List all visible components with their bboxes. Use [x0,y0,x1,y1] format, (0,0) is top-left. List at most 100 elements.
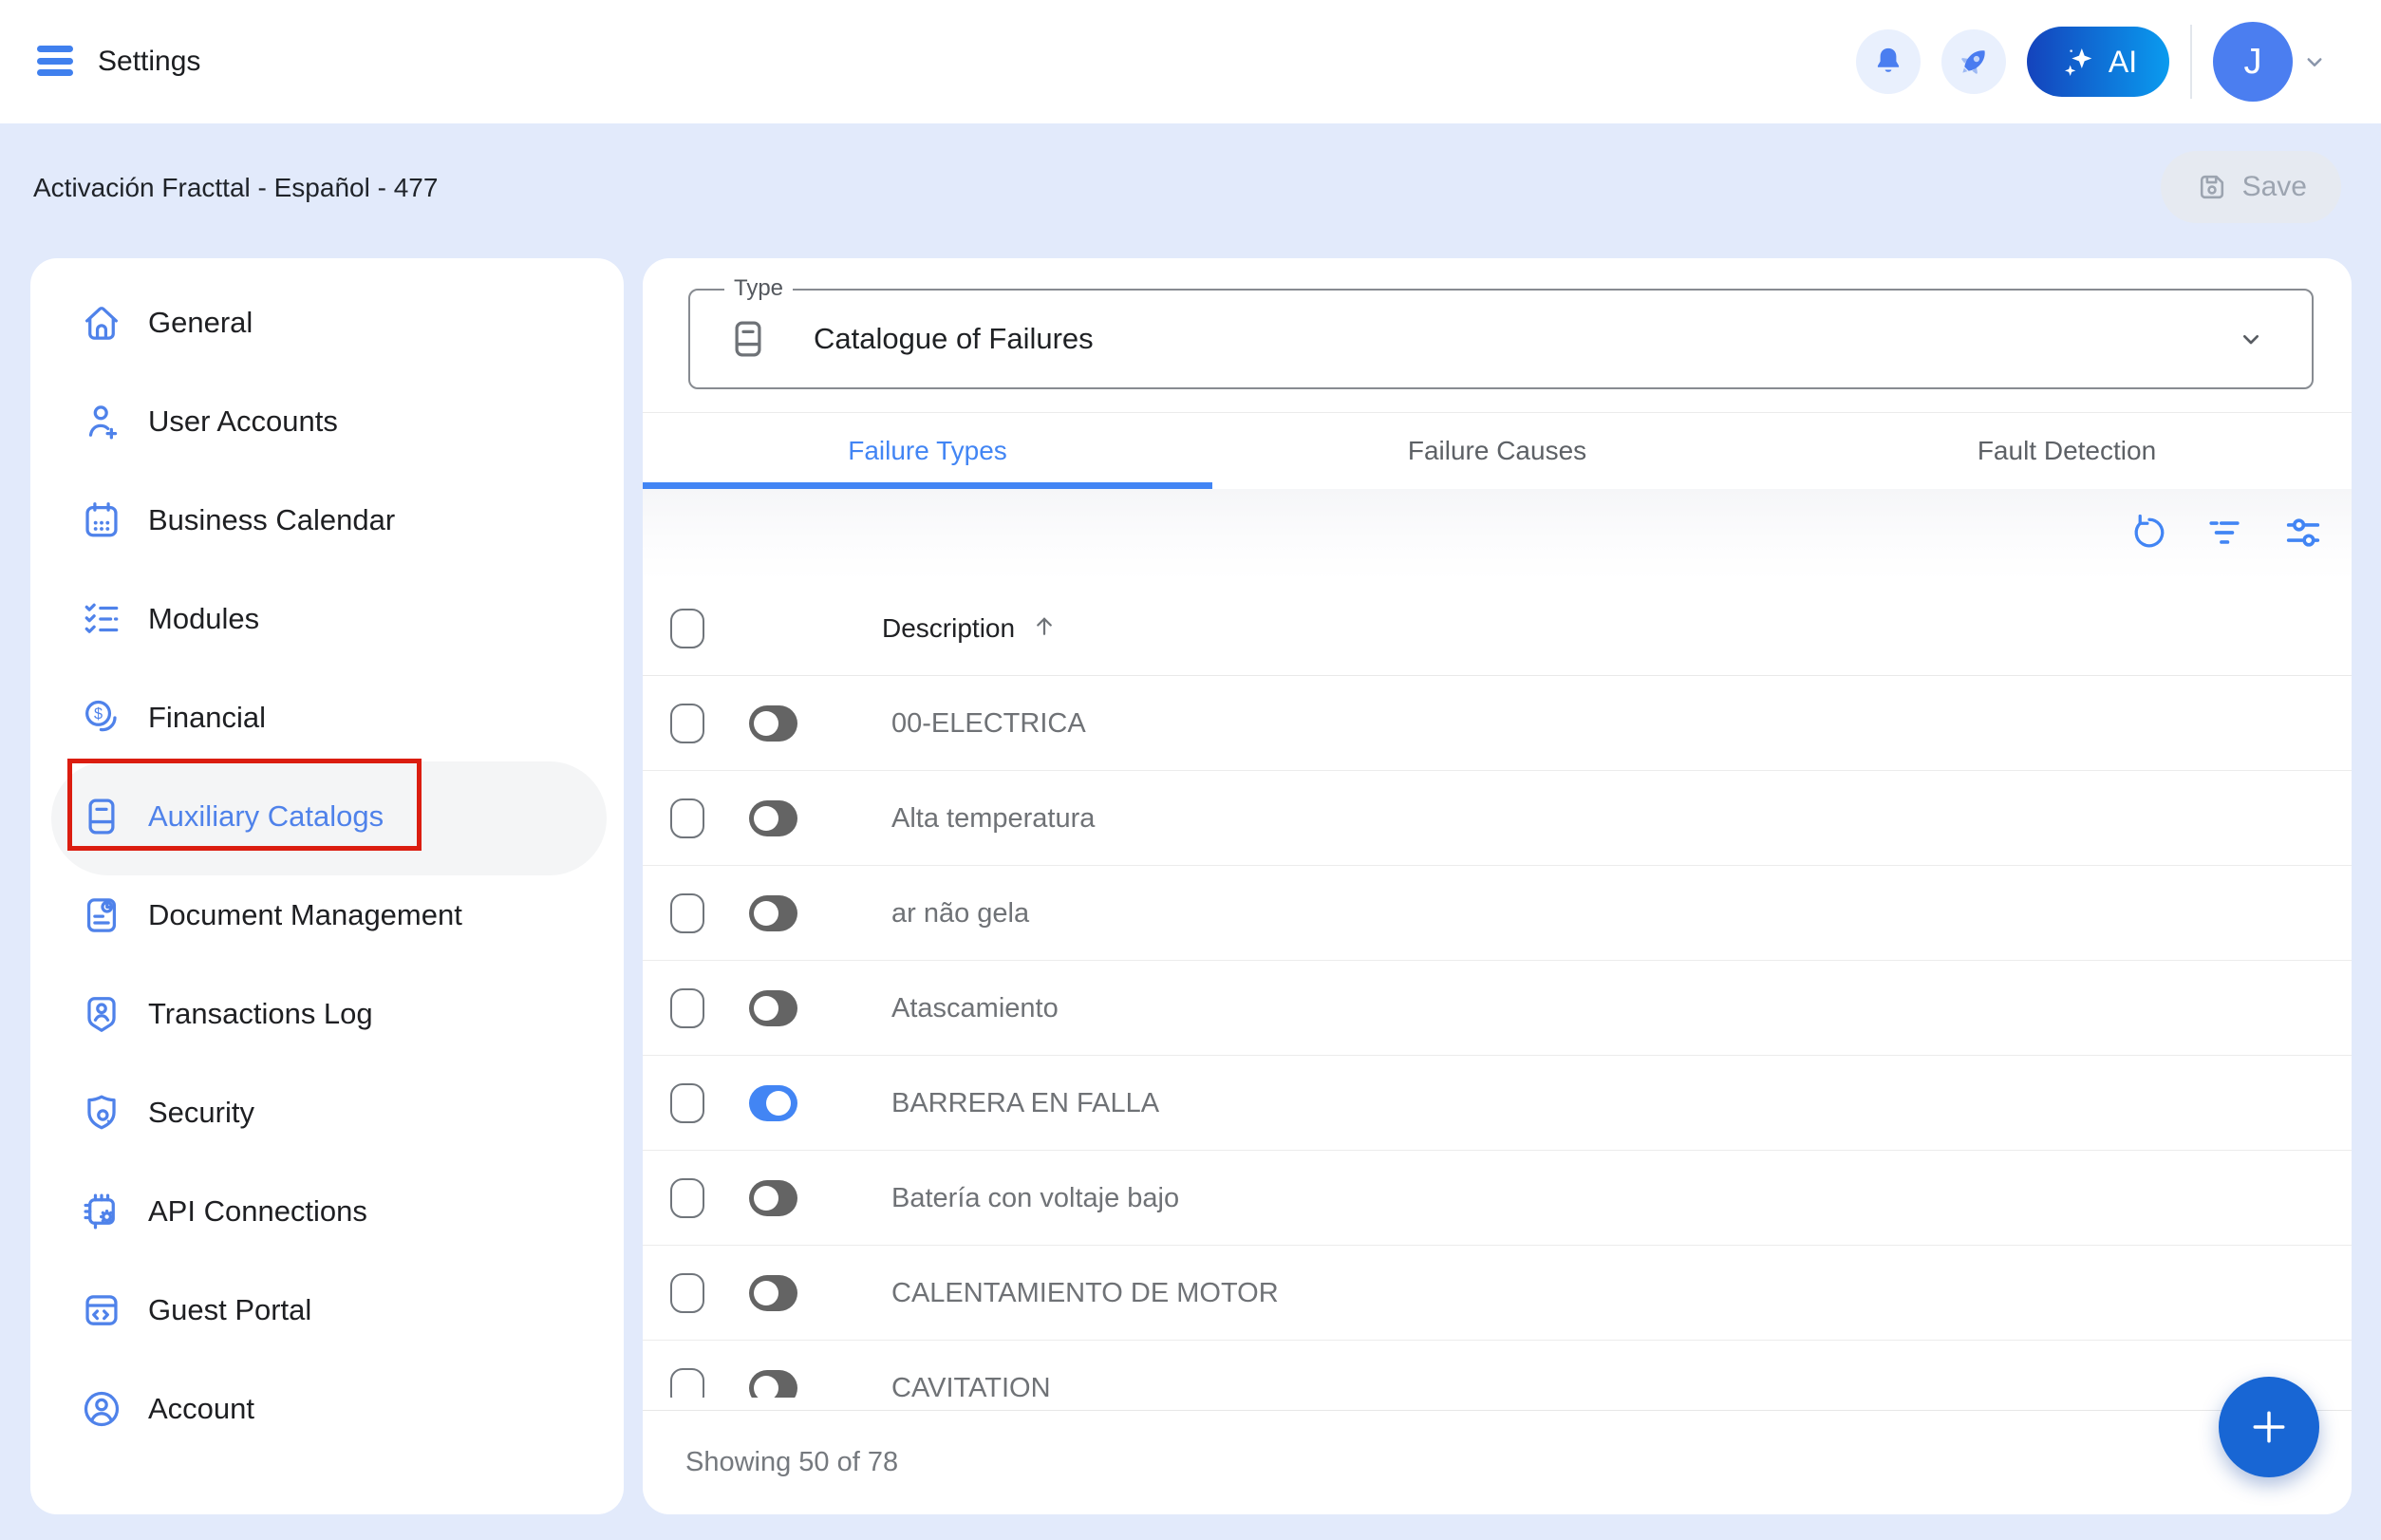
sidebar-item[interactable]: Auxiliary Catalogs [30,767,624,866]
table-body: 00-ELECTRICA Alta temperatura ar não gel… [643,676,2352,1398]
rocket-icon [1955,43,1993,81]
row-description: 00-ELECTRICA [891,676,1086,771]
table-row[interactable]: CALENTAMIENTO DE MOTOR [643,1246,2352,1341]
auxiliary-catalogs-panel: Type Catalogue of Failures Failure Types… [643,258,2352,1514]
sidebar-item[interactable]: Business Calendar [30,471,624,570]
sub-header: Activación Fracttal - Español - 477 Save [0,123,2381,252]
row-checkbox[interactable] [670,704,704,743]
hamburger-menu-icon[interactable] [37,46,73,76]
avatar[interactable]: J [2213,22,2293,102]
tab[interactable]: Failure Types [643,413,1212,489]
table-row[interactable]: ar não gela [643,866,2352,961]
toggle-knob [766,1091,791,1116]
row-toggle[interactable] [749,990,797,1026]
tab[interactable]: Fault Detection [1782,413,2352,489]
ai-button-label: AI [2109,45,2137,80]
refresh-icon[interactable] [2128,511,2171,554]
table-row[interactable]: BARRERA EN FALLA [643,1056,2352,1151]
sidebar-item[interactable]: Transactions Log [30,965,624,1063]
row-checkbox[interactable] [670,893,704,933]
sidebar-item[interactable]: Account [30,1360,624,1458]
row-checkbox[interactable] [670,1273,704,1313]
toggle-knob [754,901,778,926]
sidebar-item[interactable]: Modules [30,570,624,668]
row-toggle[interactable] [749,895,797,931]
sidebar-item-icon [80,400,123,443]
row-toggle[interactable] [749,1370,797,1399]
row-description: ar não gela [891,866,1029,961]
sidebar-item-label: Transactions Log [148,997,373,1031]
column-header-description[interactable]: Description [882,581,1059,675]
sidebar-item-icon [80,1091,123,1135]
select-all-checkbox[interactable] [670,609,704,648]
save-button[interactable]: Save [2161,151,2341,223]
sidebar-item-icon [80,893,123,937]
row-checkbox[interactable] [670,1083,704,1123]
sidebar-item-icon [80,1288,123,1332]
table-header: Description [643,581,2352,676]
sidebar-item-icon [80,301,123,345]
add-button[interactable] [2219,1377,2319,1477]
row-description: Alta temperatura [891,771,1095,866]
sidebar-item[interactable]: General [30,273,624,372]
notifications-button[interactable] [1856,29,1921,94]
sidebar-item[interactable]: $ Financial [30,668,624,767]
row-checkbox[interactable] [670,798,704,838]
toggle-knob [754,1186,778,1211]
sidebar-item-label: User Accounts [148,404,338,439]
svg-text:$: $ [94,705,103,723]
table-row[interactable]: 00-ELECTRICA [643,676,2352,771]
table-toolbar [643,489,2352,581]
tab-bar: Failure TypesFailure CausesFault Detecti… [643,413,2352,489]
settings-sidebar: General User Accounts Business Calendar … [30,258,624,1514]
top-bar: Settings AI J [0,0,2381,123]
topbar-divider [2190,25,2192,99]
annotation-rectangle [67,759,422,851]
sidebar-item[interactable]: Guest Portal [30,1261,624,1360]
row-description: BARRERA EN FALLA [891,1056,1159,1151]
row-description: CALENTAMIENTO DE MOTOR [891,1246,1279,1341]
type-select[interactable]: Type Catalogue of Failures [688,289,2314,389]
row-checkbox[interactable] [670,988,704,1028]
row-toggle[interactable] [749,1275,797,1311]
sidebar-item-icon [80,992,123,1036]
row-toggle[interactable] [749,705,797,742]
catalog-icon [726,317,770,361]
row-checkbox[interactable] [670,1178,704,1218]
sliders-icon[interactable] [2281,511,2325,554]
sidebar-item[interactable]: Document Management [30,866,624,965]
showing-count: Showing 50 of 78 [685,1411,898,1514]
chevron-down-icon [2236,324,2266,354]
whats-new-button[interactable] [1941,29,2006,94]
toggle-knob [754,1376,778,1399]
filter-icon[interactable] [2203,511,2246,554]
breadcrumb: Activación Fracttal - Español - 477 [33,123,438,252]
row-toggle[interactable] [749,1180,797,1216]
sidebar-item-label: General [148,306,253,340]
page-title: Settings [98,0,200,123]
table-footer: Showing 50 of 78 [643,1410,2352,1514]
table-row[interactable]: Batería con voltaje bajo [643,1151,2352,1246]
sidebar-item-label: Modules [148,602,259,636]
sidebar-item-icon [80,498,123,542]
row-checkbox[interactable] [670,1368,704,1399]
type-select-value: Catalogue of Failures [814,322,1094,356]
user-menu[interactable]: J [2213,22,2329,102]
sidebar-item-icon [80,597,123,641]
sidebar-item[interactable]: User Accounts [30,372,624,471]
sidebar-item[interactable]: API Connections [30,1162,624,1261]
ai-assistant-button[interactable]: AI [2027,27,2169,97]
sidebar-item-icon: $ [80,696,123,740]
save-button-label: Save [2242,171,2307,203]
row-toggle[interactable] [749,800,797,836]
sparkle-icon [2059,43,2097,81]
sidebar-item-label: API Connections [148,1194,367,1229]
row-toggle[interactable] [749,1085,797,1121]
sort-ascending-icon[interactable] [1030,611,1059,640]
sidebar-item[interactable]: Security [30,1063,624,1162]
table-row[interactable]: Atascamiento [643,961,2352,1056]
tab[interactable]: Failure Causes [1212,413,1782,489]
toggle-knob [754,806,778,831]
table-row[interactable]: Alta temperatura [643,771,2352,866]
table-row[interactable]: CAVITATION [643,1341,2352,1398]
